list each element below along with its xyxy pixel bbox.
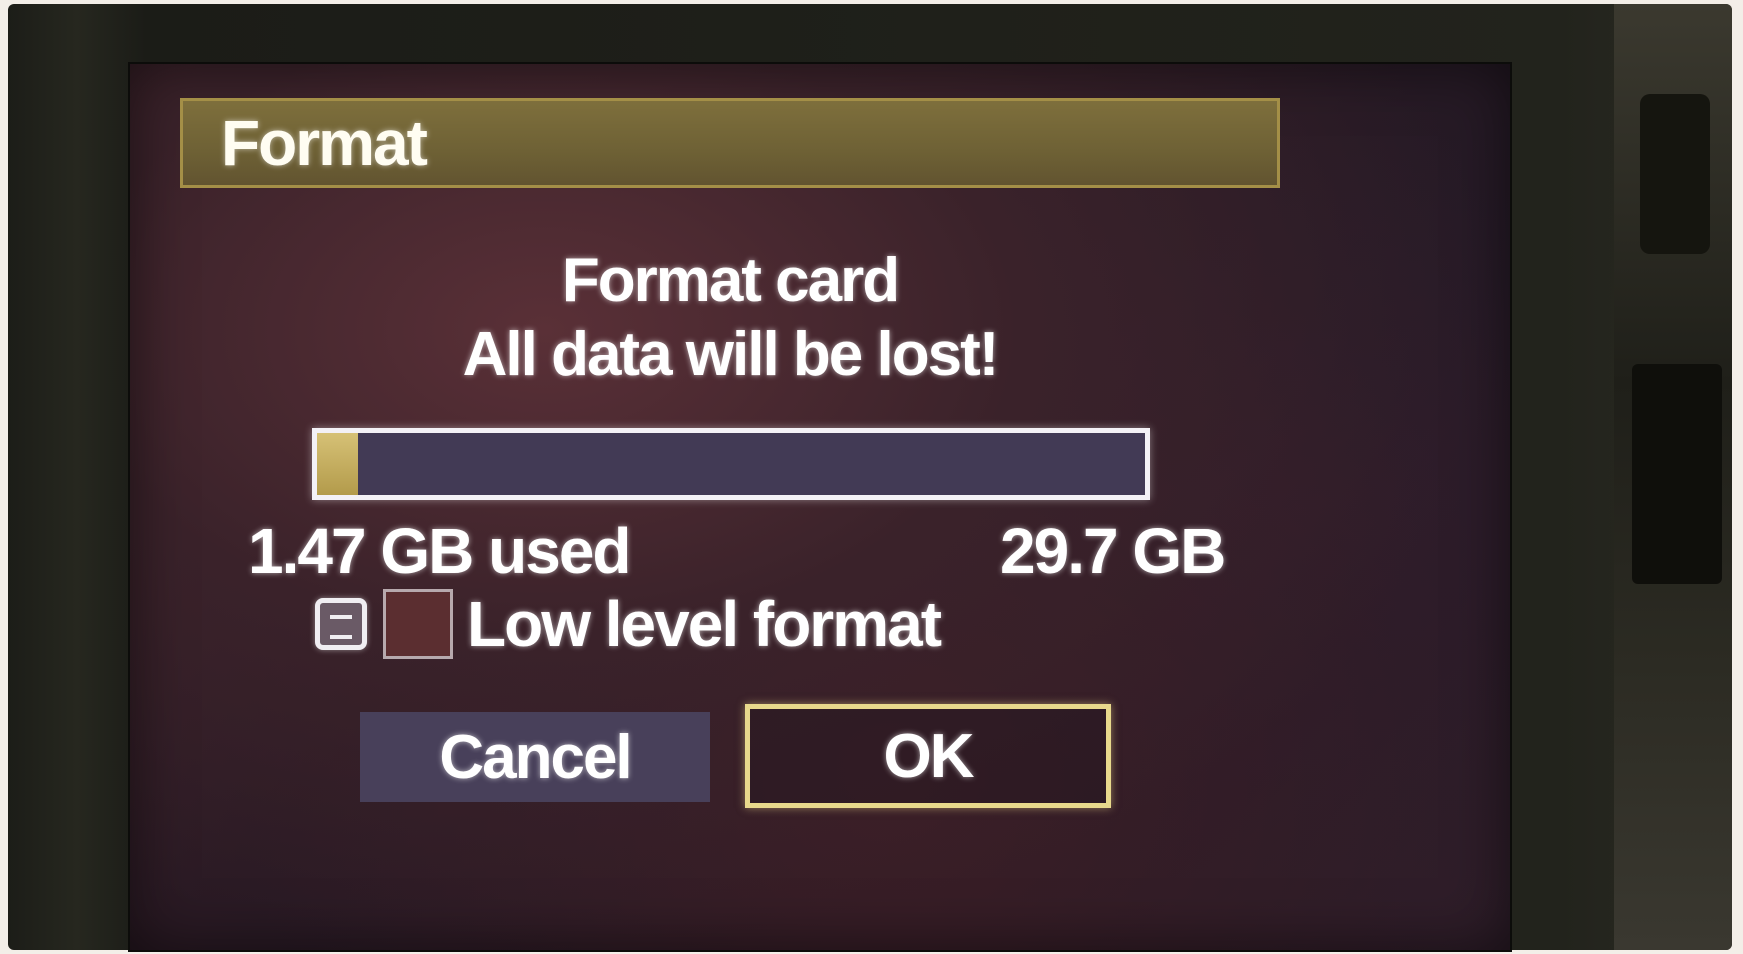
title-bar: Format <box>180 98 1280 188</box>
menu-icon <box>315 598 367 650</box>
camera-body: Format Format card All data will be lost… <box>8 4 1732 952</box>
storage-total-label: 29.7 GB <box>1000 515 1226 587</box>
dialog-title: Format <box>221 107 428 179</box>
lcd-screen: Format Format card All data will be lost… <box>128 62 1512 952</box>
camera-grip <box>1614 4 1732 950</box>
storage-used-label: 1.47 GB used <box>248 515 631 587</box>
storage-usage-fill <box>317 433 359 495</box>
cancel-button[interactable]: Cancel <box>360 712 710 802</box>
low-level-format-checkbox[interactable] <box>383 589 453 659</box>
low-level-format-label: Low level format <box>467 588 942 660</box>
grip-button <box>1640 94 1710 254</box>
storage-usage-bar <box>312 428 1150 500</box>
grip-panel <box>1632 364 1722 584</box>
message-line-2: All data will be lost! <box>462 320 1000 389</box>
ok-button[interactable]: OK <box>745 704 1111 808</box>
message-line-1: Format card <box>561 246 900 315</box>
low-level-format-option[interactable]: Low level format <box>315 584 942 664</box>
